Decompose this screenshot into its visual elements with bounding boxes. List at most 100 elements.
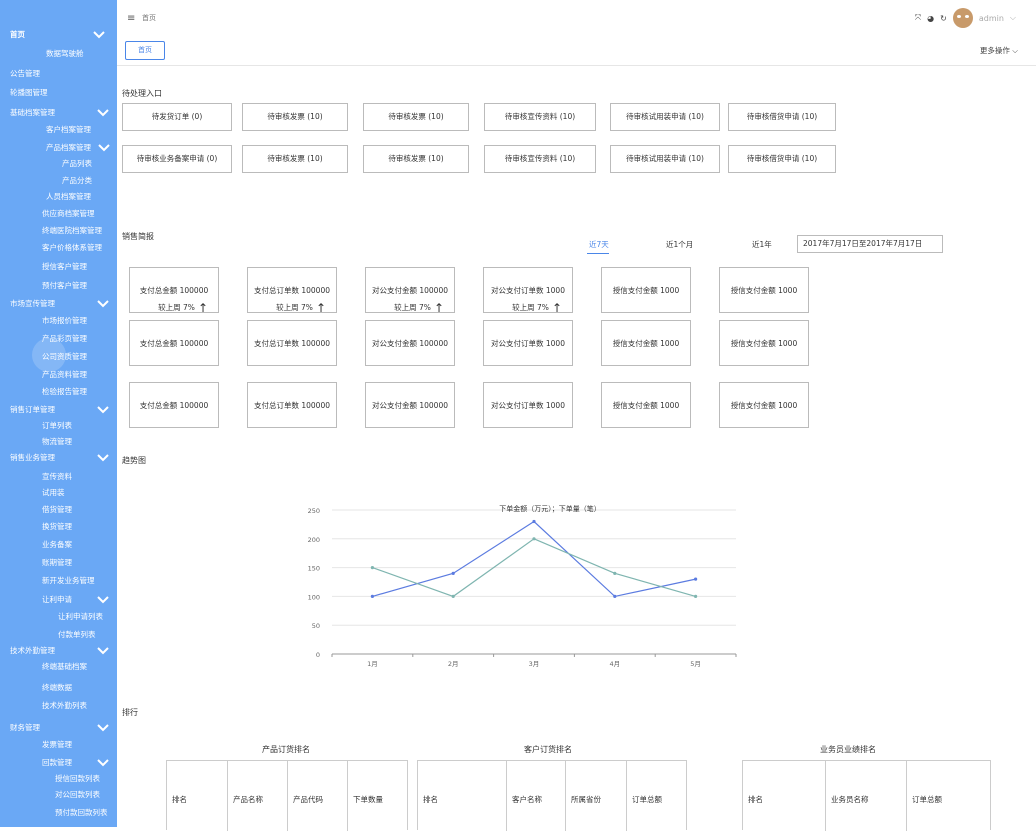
sidebar-item[interactable]: 发票管理 <box>42 738 72 752</box>
product-ranking-table: 排名 产品名称 产品代码 下单数量 <box>166 760 408 831</box>
pending-title: 待处理入口 <box>122 89 162 98</box>
sidebar-item[interactable]: 让利申请 <box>42 593 72 607</box>
sidebar-item[interactable]: 物流管理 <box>42 435 72 449</box>
sidebar-item[interactable]: 市场报价管理 <box>42 314 87 328</box>
chevron-down-icon[interactable] <box>96 758 110 768</box>
sidebar-item[interactable]: 让利申请列表 <box>58 610 103 624</box>
pending-entry-button[interactable]: 待审核试用装申请 (10) <box>610 145 720 173</box>
sidebar-item[interactable]: 数据驾驶舱 <box>46 47 84 61</box>
sidebar-item[interactable]: 回款管理 <box>42 756 72 770</box>
range-1year[interactable]: 近1年 <box>752 239 772 250</box>
sidebar-item[interactable]: 授信客户管理 <box>42 260 87 274</box>
sidebar-item[interactable]: 宣传资料 <box>42 470 72 484</box>
sidebar-item[interactable]: 账期管理 <box>42 556 72 570</box>
chevron-down-icon[interactable] <box>96 299 110 309</box>
data-point <box>532 519 536 524</box>
sidebar-item[interactable]: 产品分类 <box>62 174 92 188</box>
chevron-down-icon[interactable]: ⌵ <box>1010 13 1016 23</box>
pending-entry-button[interactable]: 待审核发票 (10) <box>363 145 469 173</box>
pending-entry-button[interactable]: 待审核借货申请 (10) <box>728 145 836 173</box>
sidebar-item[interactable]: 轮播图管理 <box>10 86 48 100</box>
sidebar-item[interactable]: 付款单列表 <box>58 628 96 642</box>
sidebar-item[interactable]: 客户档案管理 <box>46 123 91 137</box>
chevron-down-icon[interactable] <box>96 595 110 605</box>
stat-label: 支付总金额 100000 <box>139 286 209 295</box>
hamburger-icon[interactable]: ≡ <box>127 13 135 24</box>
stat-compare: 较上周 7% ↑ <box>512 299 562 315</box>
sidebar-item[interactable]: 市场宣传管理 <box>10 297 55 311</box>
sidebar-item[interactable]: 供应商档案管理 <box>42 207 95 221</box>
sidebar-item[interactable]: 销售订单管理 <box>10 403 55 417</box>
pending-entry-button[interactable]: 待审核业务备案申请 (0) <box>122 145 232 173</box>
pending-entry-button[interactable]: 待发货订单 (0) <box>122 103 232 131</box>
sidebar-item[interactable]: 授信回款列表 <box>55 772 100 786</box>
chevron-down-icon[interactable] <box>96 723 110 733</box>
chevron-down-icon[interactable] <box>97 143 111 153</box>
sidebar-item[interactable]: 业务备案 <box>42 538 72 552</box>
sidebar-item[interactable]: 对公回款列表 <box>55 788 100 802</box>
x-tick-label: 4月 <box>609 660 620 668</box>
sales-stat-card: 支付总订单数 100000 <box>247 320 337 366</box>
fullscreen-icon[interactable]: ⤧ <box>915 13 921 23</box>
column-header: 排名 <box>748 795 763 804</box>
data-point <box>370 594 374 598</box>
sidebar-item[interactable]: 订单列表 <box>42 419 72 433</box>
chevron-down-icon[interactable] <box>96 405 110 415</box>
table-header-cell: 产品代码 <box>287 761 323 831</box>
sidebar-item[interactable]: 产品列表 <box>62 157 92 171</box>
sidebar-item[interactable]: 销售业务管理 <box>10 451 55 465</box>
pending-entry-button[interactable]: 待审核试用装申请 (10) <box>610 103 720 131</box>
sidebar-item[interactable]: 终端医院档案管理 <box>42 224 102 238</box>
data-point <box>694 577 698 581</box>
sidebar-item[interactable]: 产品彩页管理 <box>42 332 87 346</box>
pending-entry-button[interactable]: 待审核宣传资料 (10) <box>484 145 596 173</box>
chevron-down-icon[interactable] <box>92 30 106 40</box>
sidebar-item[interactable]: 首页 <box>10 28 25 42</box>
sidebar-item[interactable]: 财务管理 <box>10 721 40 735</box>
sidebar-item[interactable]: 换货管理 <box>42 520 72 534</box>
avatar[interactable] <box>952 8 973 28</box>
stat-label: 授信支付金额 1000 <box>612 286 680 295</box>
chevron-down-icon[interactable] <box>96 108 110 118</box>
chevron-down-icon[interactable] <box>96 453 110 463</box>
sidebar-item[interactable]: 基础档案管理 <box>10 106 55 120</box>
chevron-down-icon[interactable] <box>96 646 110 656</box>
sidebar-item[interactable]: 试用装 <box>42 486 65 500</box>
sales-stat-card: 授信支付金额 1000 <box>601 382 691 428</box>
sidebar: 首页数据驾驶舱 公告管理轮播图管理基础档案管理客户档案管理 产品档案管理产品列表产品… <box>0 0 117 827</box>
user-name[interactable]: admin <box>979 14 1004 23</box>
sales-stat-card: 支付总金额 100000 较上周 7% ↑ <box>129 267 219 315</box>
more-operations-button[interactable]: 更多操作 ⌵ <box>980 45 1018 56</box>
sidebar-item[interactable]: 技术外勤列表 <box>42 699 87 713</box>
sidebar-item[interactable]: 人员档案管理 <box>46 190 91 204</box>
pending-entry-button[interactable]: 待审核借货申请 (10) <box>728 103 836 131</box>
sidebar-item[interactable]: 公告管理 <box>10 67 40 81</box>
range-1month[interactable]: 近1个月 <box>666 239 693 250</box>
stat-label: 支付总金额 100000 <box>139 401 209 410</box>
sidebar-item[interactable]: 借货管理 <box>42 503 72 517</box>
refresh-icon[interactable]: ↻ <box>940 14 947 23</box>
sidebar-item[interactable]: 新开发业务管理 <box>42 574 95 588</box>
sidebar-item[interactable]: 技术外勤管理 <box>10 644 55 658</box>
table-header-cell: 产品名称 <box>227 761 263 831</box>
compare-text: 较上周 7% <box>276 303 313 312</box>
sidebar-item[interactable]: 客户价格体系管理 <box>42 241 102 255</box>
date-range-input[interactable]: 2017年7月17日至2017年7月17日 <box>797 235 943 253</box>
pending-entry-button[interactable]: 待审核宣传资料 (10) <box>484 103 596 131</box>
sidebar-item[interactable]: 预付客户管理 <box>42 279 87 293</box>
pending-entry-button[interactable]: 待审核发票 (10) <box>242 103 348 131</box>
sidebar-item[interactable]: 公司资质管理 <box>42 350 87 364</box>
sidebar-item[interactable]: 产品档案管理 <box>46 141 91 155</box>
sidebar-item[interactable]: 终端数据 <box>42 681 72 695</box>
column-header: 排名 <box>423 795 438 804</box>
pending-entry-button[interactable]: 待审核发票 (10) <box>363 103 469 131</box>
sidebar-item[interactable]: 产品资料管理 <box>42 368 87 382</box>
range-7days[interactable]: 近7天 <box>589 239 609 250</box>
theme-icon[interactable]: ◕ <box>927 14 934 23</box>
product-ranking-title: 产品订货排名 <box>262 745 310 754</box>
tab-home[interactable]: 首页 <box>125 41 165 60</box>
pending-entry-button[interactable]: 待审核发票 (10) <box>242 145 348 173</box>
sidebar-item[interactable]: 终端基础档案 <box>42 660 87 674</box>
sidebar-item[interactable]: 检验报告管理 <box>42 385 87 399</box>
sidebar-item[interactable]: 预付款回款列表 <box>55 806 108 820</box>
